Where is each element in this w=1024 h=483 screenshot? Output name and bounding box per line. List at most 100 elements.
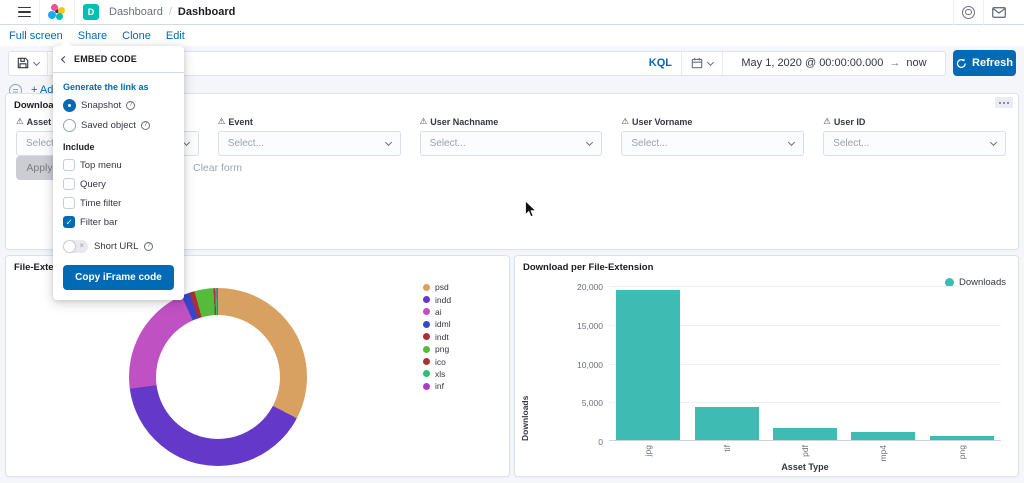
short-url-label: Short URL — [94, 241, 138, 252]
radio-option[interactable]: Snapshot? — [63, 99, 174, 112]
radio-icon — [63, 99, 76, 112]
info-icon: ? — [126, 101, 135, 110]
legend-item[interactable]: png — [423, 343, 451, 355]
date-end[interactable]: now — [906, 57, 926, 69]
bar[interactable] — [695, 407, 759, 440]
refresh-button[interactable]: Refresh — [953, 50, 1016, 76]
checkbox-group: Top menu Query Time filter ✓Filter bar — [63, 159, 174, 228]
breadcrumb-root[interactable]: Dashboard — [109, 6, 163, 18]
divider — [39, 0, 40, 25]
date-start[interactable]: May 1, 2020 @ 00:00:00.000 — [741, 57, 883, 69]
x-tick-label: tif — [722, 445, 732, 452]
short-url-toggle[interactable]: × Short URL ? — [63, 240, 174, 253]
generate-link-label: Generate the link as — [63, 82, 174, 92]
radio-option[interactable]: Saved object? — [63, 119, 174, 132]
menu-item-clone[interactable]: Clone — [122, 30, 151, 42]
chevron-down-icon — [385, 139, 392, 146]
help-button[interactable] — [954, 0, 983, 25]
saved-query-button[interactable] — [9, 52, 48, 75]
popup-title: EMBED CODE — [74, 54, 137, 64]
y-tick-label: 20,000 — [561, 282, 603, 292]
warning-icon: ⚠ — [16, 116, 24, 127]
legend-item[interactable]: idml — [423, 318, 451, 330]
date-picker-button[interactable] — [682, 57, 722, 69]
bar[interactable] — [616, 290, 680, 440]
bar[interactable] — [773, 428, 837, 440]
legend-item[interactable]: psd — [423, 281, 451, 293]
panel-options-button[interactable] — [995, 97, 1013, 108]
filter-field-label: ⚠Event — [218, 116, 401, 127]
refresh-icon — [956, 58, 967, 69]
embed-code-popup: EMBED CODE Generate the link as Snapshot… — [53, 46, 184, 300]
checkbox-option[interactable]: ✓Filter bar — [63, 216, 174, 228]
legend-item[interactable]: ico — [423, 355, 451, 367]
filter-field: ⚠User Nachname Select... — [420, 116, 603, 156]
menu-item-share[interactable]: Share — [78, 30, 107, 42]
legend-label: png — [435, 344, 449, 354]
legend-item[interactable]: inf — [423, 380, 451, 392]
x-axis-title: Asset Type — [609, 462, 1001, 472]
panel-title: Download per File-Extension — [515, 256, 1018, 279]
mail-icon — [992, 7, 1006, 18]
date-range-control[interactable]: May 1, 2020 @ 00:00:00.000 → now — [723, 52, 945, 75]
legend-label: ai — [435, 307, 442, 317]
legend-dot — [423, 358, 430, 365]
chevron-down-icon — [586, 139, 593, 146]
x-tick-label: mp4 — [878, 445, 888, 462]
y-tick-label: 5,000 — [561, 398, 603, 408]
filter-select[interactable]: Select... — [823, 131, 1006, 156]
legend-item[interactable]: xls — [423, 368, 451, 380]
checkbox-option[interactable]: Time filter — [63, 197, 174, 209]
chevron-down-icon — [990, 139, 997, 146]
bar[interactable] — [930, 436, 994, 440]
filter-field: ⚠Event Select... — [218, 116, 401, 156]
close-icon: × — [79, 241, 84, 250]
chevron-down-icon — [707, 58, 714, 65]
legend-dot — [423, 296, 430, 303]
radio-icon — [63, 119, 76, 132]
donut-chart[interactable] — [129, 288, 307, 466]
warning-icon: ⚠ — [621, 116, 629, 127]
bar[interactable] — [851, 432, 915, 440]
legend-item[interactable]: indd — [423, 293, 451, 305]
filter-select[interactable]: Select... — [621, 131, 804, 156]
space-badge[interactable]: D — [83, 4, 99, 20]
checkbox-option[interactable]: Top menu — [63, 159, 174, 171]
legend-label: ico — [435, 357, 446, 367]
y-axis-title: Downloads — [520, 286, 530, 441]
info-icon: ? — [144, 242, 153, 251]
calendar-icon — [691, 57, 703, 69]
copy-iframe-button[interactable]: Copy iFrame code — [63, 265, 174, 290]
elastic-logo-icon[interactable] — [48, 4, 66, 21]
legend-label: xls — [435, 369, 445, 379]
filter-field: ⚠User VornameSelect... — [621, 116, 804, 156]
donut-legend: psdindd aiidmlindtpng ico xlsinf — [423, 281, 451, 393]
legend-item[interactable]: indt — [423, 331, 451, 343]
clear-form-button[interactable]: Clear form — [193, 162, 242, 174]
checkbox-icon — [63, 197, 75, 209]
field-label-text: User Nachname — [430, 117, 498, 127]
kql-button[interactable]: KQL — [640, 57, 681, 69]
hamburger-icon — [18, 7, 31, 18]
radio-group: Snapshot?Saved object? — [63, 99, 174, 132]
checkbox-option[interactable]: Query — [63, 178, 174, 190]
y-tick-label: 15,000 — [561, 321, 603, 331]
info-icon: ? — [141, 121, 150, 130]
legend-dot — [423, 370, 430, 377]
legend-label: psd — [435, 282, 449, 292]
radio-label: Snapshot — [81, 100, 121, 111]
popup-header-back[interactable]: EMBED CODE — [53, 46, 184, 73]
filter-select[interactable]: Select... — [420, 131, 603, 156]
legend-dot — [423, 321, 430, 328]
filter-field-label: ⚠User Nachname — [420, 116, 603, 127]
hamburger-menu-button[interactable] — [10, 0, 39, 25]
toggle-off-icon: × — [63, 240, 88, 253]
filter-select[interactable]: Select... — [218, 131, 401, 156]
legend-item[interactable]: ai — [423, 306, 451, 318]
menu-item-full-screen[interactable]: Full screen — [9, 30, 63, 42]
field-label-text: User ID — [834, 117, 866, 127]
select-placeholder: Select... — [631, 138, 667, 149]
menu-item-edit[interactable]: Edit — [166, 30, 185, 42]
chevron-down-icon — [788, 139, 795, 146]
newsfeed-button[interactable] — [984, 0, 1014, 25]
